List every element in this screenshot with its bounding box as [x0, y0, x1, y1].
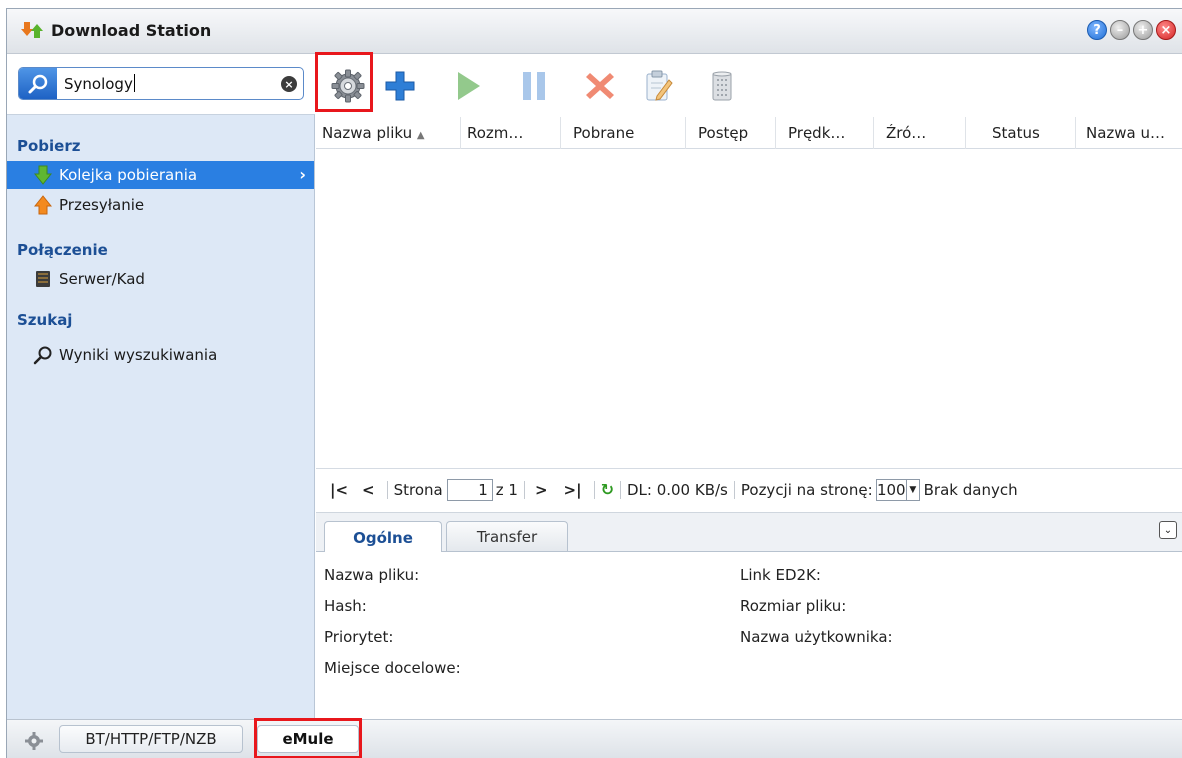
- sidebar-item-label: Kolejka pobierania: [59, 166, 198, 184]
- upload-arrow-icon: [33, 195, 53, 215]
- toolbar: [315, 55, 1182, 117]
- sidebar: Pobierz Kolejka pobierania › Przesyłanie…: [7, 114, 315, 719]
- emule-highlight-box: [254, 718, 362, 758]
- pause-icon: [523, 72, 545, 100]
- close-icon[interactable]: ×: [1156, 20, 1176, 40]
- add-button[interactable]: [377, 63, 423, 109]
- sidebar-item-search-results[interactable]: Wyniki wyszukiwania: [7, 341, 314, 369]
- delete-button[interactable]: [577, 63, 623, 109]
- label-hash: Hash:: [324, 597, 367, 615]
- label-username: Nazwa użytkownika:: [740, 628, 893, 646]
- label-filename: Nazwa pliku:: [324, 566, 420, 584]
- prev-page-icon[interactable]: <: [362, 481, 375, 499]
- search-field[interactable]: Synology ×: [18, 67, 304, 100]
- page-number-input[interactable]: 1: [446, 478, 493, 501]
- edit-button[interactable]: [635, 63, 681, 109]
- edit-icon: [646, 70, 673, 101]
- download-list-header: Nazwa pliku ▲ Rozm… Pobrane Postęp Prędk…: [316, 117, 1182, 149]
- sidebar-item-label: Przesyłanie: [59, 196, 145, 214]
- tab-bt-http-ftp-nzb[interactable]: BT/HTTP/FTP/NZB: [59, 725, 243, 753]
- server-icon: [33, 269, 53, 289]
- maximize-icon[interactable]: +: [1133, 20, 1153, 40]
- page-label: Strona: [393, 480, 443, 499]
- help-icon[interactable]: ?: [1087, 20, 1107, 40]
- chevron-right-icon: ›: [299, 165, 306, 184]
- bottom-bar: BT/HTTP/FTP/NZB eMule: [7, 719, 1182, 758]
- column-header-size[interactable]: Rozm…: [461, 117, 561, 149]
- pause-button[interactable]: [511, 63, 557, 109]
- collapse-icon[interactable]: ⌄: [1159, 521, 1177, 539]
- clear-search-icon[interactable]: ×: [281, 76, 297, 92]
- search-icon: [19, 68, 57, 99]
- detail-tabs-bar: Ogólne Transfer ⌄: [316, 512, 1182, 553]
- search-input[interactable]: Synology: [64, 74, 135, 93]
- column-header-source[interactable]: Źró…: [874, 117, 966, 149]
- column-header-username[interactable]: Nazwa u…: [1076, 117, 1182, 149]
- sidebar-heading-connection: Połączenie: [17, 241, 108, 259]
- download-station-window: Download Station ? – + × Synology × Pobi…: [6, 8, 1182, 758]
- label-destination: Miejsce docelowe:: [324, 659, 461, 677]
- play-icon: [458, 72, 480, 100]
- download-arrow-icon: [33, 165, 53, 185]
- next-page-icon[interactable]: >: [535, 481, 548, 499]
- label-ed2k-link: Link ED2K:: [740, 566, 821, 584]
- column-header-downloaded[interactable]: Pobrane: [561, 117, 686, 149]
- column-header-progress[interactable]: Postęp: [686, 117, 776, 149]
- window-controls: ? – + ×: [1087, 20, 1176, 40]
- resume-button[interactable]: [445, 63, 491, 109]
- download-station-logo-icon: [21, 22, 43, 38]
- settings-highlight-box: [315, 52, 373, 112]
- per-page-label: Pozycji na stronę:: [740, 480, 873, 499]
- column-header-filename[interactable]: Nazwa pliku ▲: [316, 117, 461, 149]
- label-file-size: Rozmiar pliku:: [740, 597, 847, 615]
- label-priority: Priorytet:: [324, 628, 394, 646]
- trash-icon: [712, 71, 732, 101]
- add-plus-icon: [385, 71, 415, 101]
- sidebar-item-server-kad[interactable]: Serwer/Kad: [7, 265, 314, 293]
- sidebar-item-download-queue[interactable]: Kolejka pobierania ›: [7, 161, 314, 189]
- clear-button[interactable]: [699, 63, 745, 109]
- tab-transfer[interactable]: Transfer: [446, 521, 568, 551]
- search-icon: [33, 345, 53, 365]
- tab-general[interactable]: Ogólne: [324, 521, 442, 553]
- first-page-icon[interactable]: |<: [330, 481, 348, 499]
- refresh-icon[interactable]: ↻: [601, 480, 614, 499]
- detail-panel: Nazwa pliku: Hash: Priorytet: Miejsce do…: [316, 552, 1182, 717]
- sidebar-item-label: Serwer/Kad: [59, 270, 145, 288]
- sidebar-item-upload[interactable]: Przesyłanie: [7, 191, 314, 219]
- sort-asc-icon: ▲: [416, 130, 425, 141]
- no-data-text: Brak danych: [923, 480, 1018, 499]
- sidebar-heading-download: Pobierz: [17, 137, 81, 155]
- page-total: z 1: [495, 480, 518, 499]
- sidebar-heading-search: Szukaj: [17, 311, 73, 329]
- sidebar-item-label: Wyniki wyszukiwania: [59, 346, 218, 364]
- per-page-select[interactable]: 100 ▼: [875, 478, 920, 501]
- pagination-bar: |< < Strona 1 z 1 > >| ↻ DL: 0.00 KB/s P…: [316, 468, 1182, 510]
- delete-x-icon: [586, 73, 614, 99]
- window-title: Download Station: [51, 21, 212, 40]
- last-page-icon[interactable]: >|: [564, 481, 582, 499]
- column-header-status[interactable]: Status: [966, 117, 1076, 149]
- gear-icon[interactable]: [25, 732, 43, 750]
- minimize-icon[interactable]: –: [1110, 20, 1130, 40]
- chevron-down-icon: ▼: [905, 479, 919, 500]
- column-header-speed[interactable]: Prędk…: [776, 117, 874, 149]
- download-list[interactable]: [316, 150, 1182, 468]
- title-bar: Download Station ? – + ×: [7, 9, 1182, 54]
- download-speed: DL: 0.00 KB/s: [626, 480, 728, 499]
